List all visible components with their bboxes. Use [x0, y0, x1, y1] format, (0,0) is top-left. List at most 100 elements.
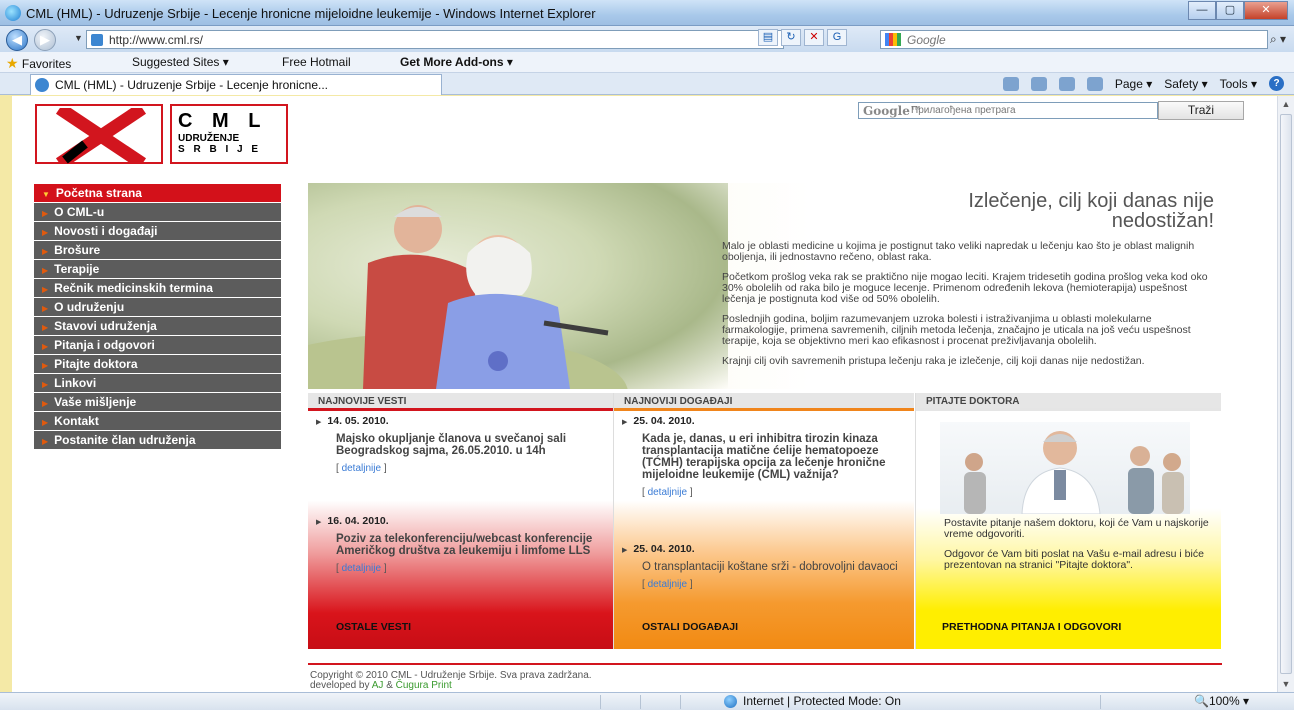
news-more-link[interactable]: [ detaljnije ] [336, 563, 601, 574]
arrow-icon: ▶ [42, 266, 49, 275]
menu-item-pitanja[interactable]: ▶ Pitanja i odgovori [34, 336, 281, 354]
arrow-icon: ▶ [42, 418, 49, 427]
security-zone[interactable]: Internet | Protected Mode: On [724, 694, 901, 709]
hero-banner: Izlečenje, cilj koji danas nije nedostiž… [308, 183, 1222, 389]
status-divider [680, 695, 681, 709]
get-more-addons-button[interactable]: Get More Add-ons ▾ [400, 55, 513, 69]
menu-item-pocetna[interactable]: ▼ Početna strana [34, 184, 281, 202]
dev-link-cugura[interactable]: Čugura Print [396, 680, 452, 691]
back-button[interactable]: ◀ [6, 29, 28, 51]
zoom-control[interactable]: 🔍100% ▾ [1194, 694, 1249, 708]
arrow-icon: ▶ [42, 399, 49, 408]
event-item-text[interactable]: O transplantaciji koštane srži - dobrovo… [642, 561, 907, 573]
search-provider-icon[interactable]: G [827, 29, 847, 46]
menu-item-brosure[interactable]: ▶ Brošure [34, 241, 281, 259]
favorites-button[interactable]: ★ Favorites [6, 55, 71, 72]
minimize-button[interactable]: — [1188, 1, 1216, 20]
site-logo-icon[interactable] [35, 104, 163, 164]
bullet-icon: ▶ [316, 419, 322, 426]
hero-title: Izlečenje, cilj koji danas nije nedostiž… [968, 190, 1214, 232]
status-divider [1100, 695, 1101, 709]
scroll-thumb[interactable] [1280, 114, 1292, 674]
event-more-link[interactable]: [ detaljnije ] [642, 487, 907, 498]
menu-item-pitajte[interactable]: ▶ Pitajte doktora [34, 355, 281, 373]
compat-view-icon[interactable]: ▤ [758, 29, 778, 46]
menu-item-misljenje[interactable]: ▶ Vaše mišljenje [34, 393, 281, 411]
forward-button[interactable]: ▶ [34, 29, 56, 51]
search-input[interactable]: Google [880, 30, 1268, 49]
event-more-link[interactable]: [ detaljnije ] [642, 579, 907, 590]
tab-label: CML (HML) - Udruzenje Srbije - Lecenje h… [55, 78, 328, 92]
window-titlebar: CML (HML) - Udruzenje Srbije - Lecenje h… [0, 0, 1294, 26]
safety-menu[interactable]: Safety ▾ [1164, 77, 1207, 91]
free-hotmail-link[interactable]: Free Hotmail [282, 55, 351, 69]
status-divider [640, 695, 641, 709]
events-column: NAJNOVIJI DOGAĐAJI ▶ 25. 04. 2010. Kada j… [613, 393, 914, 649]
url-field[interactable]: http://www.cml.rs/ [86, 30, 784, 49]
doctor-photo [940, 422, 1190, 514]
bullet-icon: ▶ [622, 419, 628, 426]
arrow-icon: ▶ [42, 342, 49, 351]
status-divider [600, 695, 601, 709]
refresh-icon[interactable]: ↻ [781, 29, 801, 46]
site-search-placeholder: Прилагођена претрага [911, 105, 1016, 116]
bullet-icon: ▶ [316, 519, 322, 526]
hero-text: Malo je oblasti medicine u kojima je pos… [722, 240, 1208, 367]
window-controls: — ▢ ✕ [1188, 1, 1288, 20]
menu-item-kontakt[interactable]: ▶ Kontakt [34, 412, 281, 430]
dev-link-aj[interactable]: AJ [372, 680, 384, 691]
page-menu[interactable]: Page ▾ [1115, 77, 1152, 91]
ask-doctor-column: PITAJTE DOKTORA Postavite pitanje našem … [915, 393, 1221, 649]
menu-item-terapije[interactable]: ▶ Terapije [34, 260, 281, 278]
search-go-button[interactable]: ⌕ ▾ [1270, 32, 1286, 47]
stop-icon[interactable]: ✕ [804, 29, 824, 46]
menu-item-recnik[interactable]: ▶ Rečnik medicinskih termina [34, 279, 281, 297]
news-item-text[interactable]: Majsko okupljanje članova u svečanoj sal… [336, 433, 601, 457]
menu-item-novosti[interactable]: ▶ Novosti i događaji [34, 222, 281, 240]
arrow-icon: ▶ [42, 209, 49, 218]
menu-item-clan[interactable]: ▶ Postanite član udruženja [34, 431, 281, 449]
news-item: ▶ 16. 04. 2010. Poziv za telekonferenciju… [316, 515, 601, 574]
bullet-icon: ▶ [622, 547, 628, 554]
scroll-up-icon[interactable]: ▲ [1278, 96, 1294, 112]
news-item: ▶ 14. 05. 2010. Majsko okupljanje članova… [316, 415, 601, 474]
other-events-link[interactable]: OSTALI DOGAĐAJI [642, 621, 738, 633]
event-item-text[interactable]: Kada je, danas, u eri inhibitra tirozin … [642, 433, 907, 481]
previous-questions-link[interactable]: PRETHODNA PITANJA I ODGOVORI [942, 621, 1121, 633]
help-icon[interactable]: ? [1269, 76, 1284, 91]
news-column: NAJNOVIJE VESTI ▶ 14. 05. 2010. Majsko ok… [308, 393, 613, 649]
arrow-icon: ▶ [42, 361, 49, 370]
menu-item-linkovi[interactable]: ▶ Linkovi [34, 374, 281, 392]
news-item-text[interactable]: Poziv za telekonferenciju/webcast konfer… [336, 533, 601, 557]
history-dropdown-icon[interactable]: ▼ [74, 33, 83, 43]
google-logo-icon [885, 33, 901, 46]
mail-icon[interactable] [1058, 76, 1075, 91]
home-icon[interactable] [1002, 76, 1019, 91]
site-search-input[interactable]: Google™ Прилагођена претрага [858, 102, 1158, 119]
suggested-sites-button[interactable]: Suggested Sites ▾ [132, 55, 229, 69]
vertical-scrollbar[interactable]: ▲ ▼ [1277, 96, 1294, 692]
site-logo-text[interactable]: C M L UDRUŽENJE S R B I J E [170, 104, 288, 164]
news-more-link[interactable]: [ detaljnije ] [336, 463, 601, 474]
tab-cml[interactable]: CML (HML) - Udruzenje Srbije - Lecenje h… [30, 74, 442, 95]
tools-menu[interactable]: Tools ▾ [1220, 77, 1257, 91]
menu-item-o-udruzenju[interactable]: ▶ O udruženju [34, 298, 281, 316]
logo-line1: UDRUŽENJE [178, 133, 240, 144]
menu-item-o-cml[interactable]: ▶ O CML-u [34, 203, 281, 221]
page-footer: Copyright © 2010 CML - Udruženje Srbije.… [310, 671, 592, 691]
scroll-down-icon[interactable]: ▼ [1278, 676, 1294, 692]
ask-text: Postavite pitanje našem doktoru, koji će… [944, 517, 1209, 571]
other-news-link[interactable]: OSTALE VESTI [336, 621, 411, 633]
site-search-button[interactable]: Traži [1158, 101, 1244, 120]
ask-heading: PITAJTE DOKTORA [916, 393, 1221, 411]
arrow-icon: ▶ [42, 437, 49, 446]
maximize-button[interactable]: ▢ [1216, 1, 1244, 20]
arrow-icon: ▶ [42, 304, 49, 313]
close-button[interactable]: ✕ [1244, 1, 1288, 20]
menu-item-stavovi[interactable]: ▶ Stavovi udruženja [34, 317, 281, 335]
print-icon[interactable] [1086, 76, 1103, 91]
arrow-icon: ▶ [42, 380, 49, 389]
globe-icon [724, 695, 737, 709]
footer-divider [308, 663, 1222, 665]
feeds-icon[interactable] [1030, 76, 1047, 91]
